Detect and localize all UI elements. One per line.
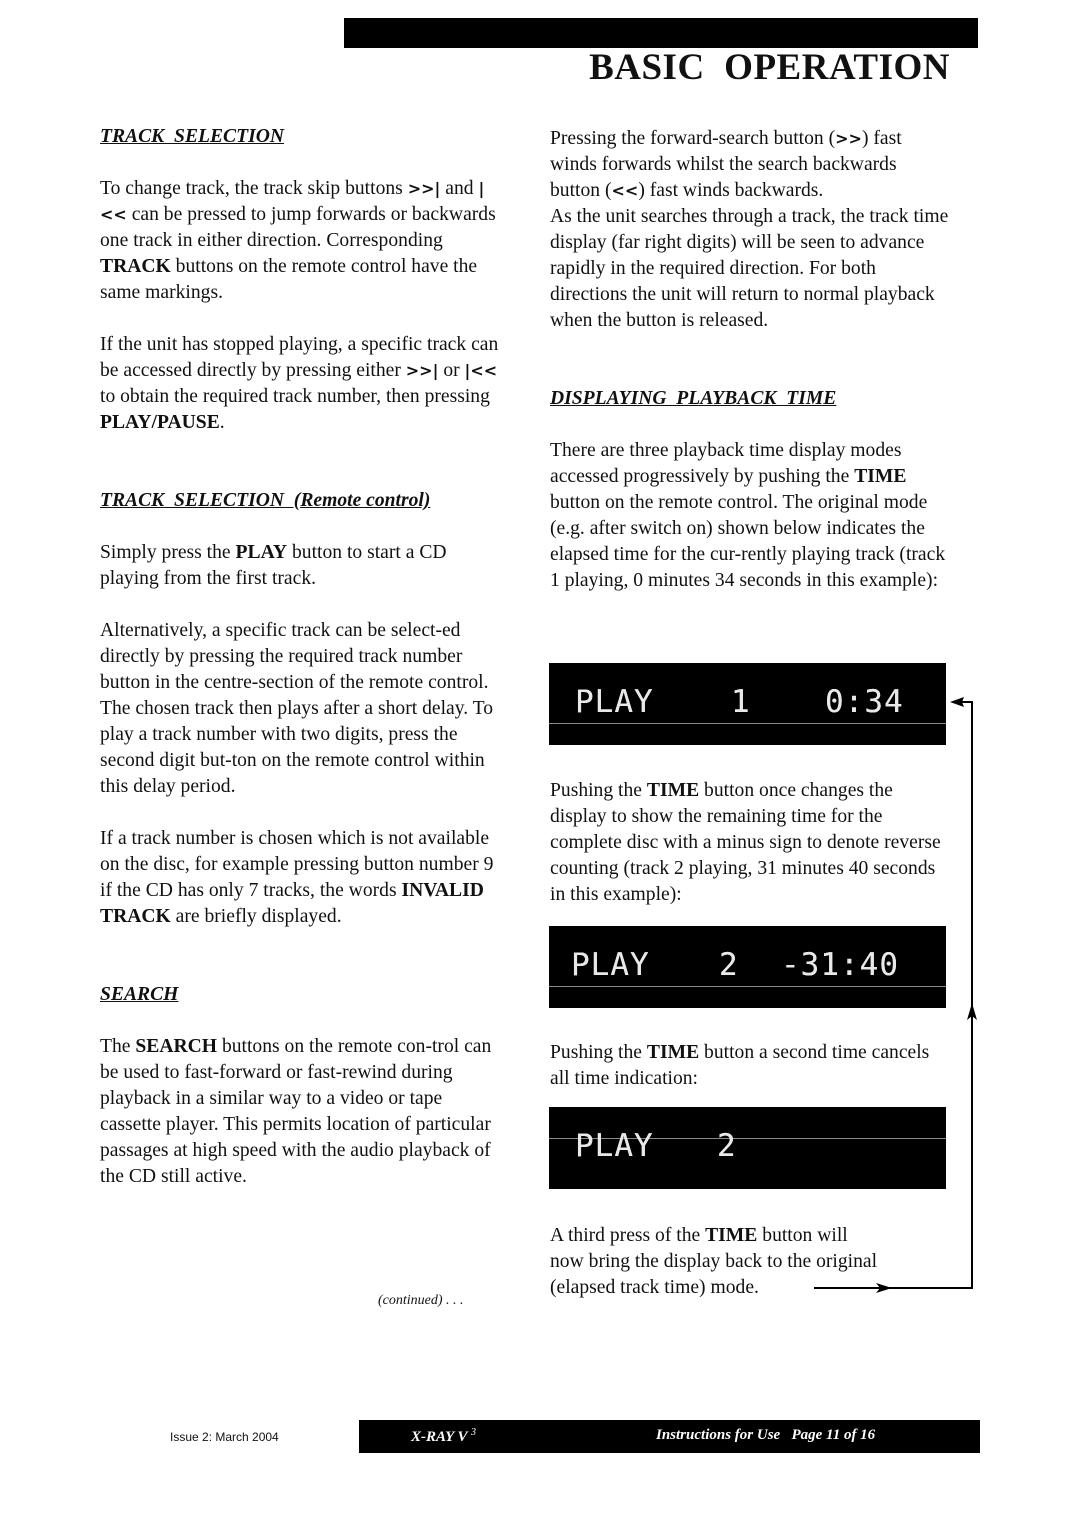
paragraph: Simply press the PLAY button to start a …	[100, 540, 500, 592]
lcd-mode: PLAY	[571, 947, 650, 983]
text: Pushing the	[550, 1042, 647, 1063]
text: can be pressed to jump forwards or backw…	[100, 204, 496, 251]
bold-term: TIME	[705, 1225, 758, 1246]
cycle-line	[814, 701, 973, 1289]
bold-term: TRACK	[100, 256, 171, 277]
text: or	[438, 360, 465, 381]
bold-term: SEARCH	[135, 1036, 218, 1057]
lcd-mode: PLAY	[575, 684, 654, 720]
footer-bar: X-RAY V 3 Instructions for Use Page 11 o…	[359, 1420, 980, 1453]
right-column: Pressing the forward-search button (>> ) …	[550, 126, 950, 594]
paragraph: There are three playback time display mo…	[550, 438, 950, 594]
text: A third press of the	[550, 1225, 706, 1246]
text: The	[100, 1036, 136, 1057]
button-symbol: >>|	[405, 361, 439, 380]
bold-term: PLAY	[235, 542, 288, 563]
heading-track-selection-remote: TRACK SELECTION (Remote control)	[100, 490, 431, 511]
header-bar	[344, 18, 978, 48]
left-column: TRACK SELECTION To change track, the tra…	[100, 124, 500, 1190]
page-title: BASIC OPERATION	[589, 47, 950, 88]
text: Pushing the	[550, 780, 647, 801]
text: are briefly displayed.	[170, 906, 342, 927]
text: There are three playback time display mo…	[550, 440, 902, 487]
button-symbol: |<<	[464, 361, 498, 380]
text: As the unit searches through a track, th…	[550, 206, 949, 331]
text: Alternatively, a specific track can be s…	[100, 620, 494, 797]
text: Pressing the forward-search button (	[550, 128, 836, 149]
paragraph: If the unit has stopped playing, a speci…	[100, 332, 500, 436]
page-number: Instructions for Use Page 11 of 16	[656, 1427, 876, 1443]
paragraph: If a track number is chosen which is not…	[100, 826, 500, 930]
heading-search: SEARCH	[100, 984, 179, 1005]
paragraph: Alternatively, a specific track can be s…	[100, 618, 500, 800]
text: .	[219, 412, 225, 433]
text: button on the remote control. The origin…	[550, 492, 946, 591]
paragraph: The SEARCH buttons on the remote con-tro…	[100, 1034, 500, 1190]
lcd-track: 2	[717, 1128, 737, 1164]
heading-track-selection: TRACK SELECTION	[100, 126, 285, 147]
continued-note: (continued) . . .	[378, 1293, 464, 1308]
text: ) fast winds backwards.	[638, 180, 824, 201]
text: To change track, the track skip buttons	[100, 178, 408, 199]
text: and	[440, 178, 479, 199]
bold-term: TIME	[854, 466, 907, 487]
text: Simply press the	[100, 542, 236, 563]
text: to obtain the required track number, the…	[100, 386, 490, 407]
bold-term: PLAY/PAUSE	[100, 412, 220, 433]
paragraph: To change track, the track skip buttons …	[100, 176, 500, 306]
paragraph: As the unit searches through a track, th…	[550, 204, 950, 334]
text: buttons on the remote con-trol can be us…	[100, 1036, 492, 1187]
button-symbol: >>|	[407, 179, 441, 198]
issue-date: Issue 2: March 2004	[170, 1430, 279, 1444]
lcd-mode: PLAY	[575, 1128, 654, 1164]
lcd-track: 2	[719, 947, 739, 983]
bold-term: TIME	[646, 780, 700, 801]
cycle-arrow-diagram	[814, 697, 977, 1293]
lcd-track: 1	[731, 684, 751, 720]
heading-displaying-playback-time: DISPLAYING PLAYBACK TIME	[550, 388, 837, 409]
bold-term: TIME	[646, 1042, 700, 1063]
model-name: X-RAY V 3	[411, 1427, 477, 1445]
button-symbol: <<	[611, 181, 639, 200]
paragraph: Pressing the forward-search button (>> ) …	[550, 126, 950, 204]
button-symbol: >>	[835, 129, 862, 148]
arrow-left-icon	[950, 697, 964, 707]
